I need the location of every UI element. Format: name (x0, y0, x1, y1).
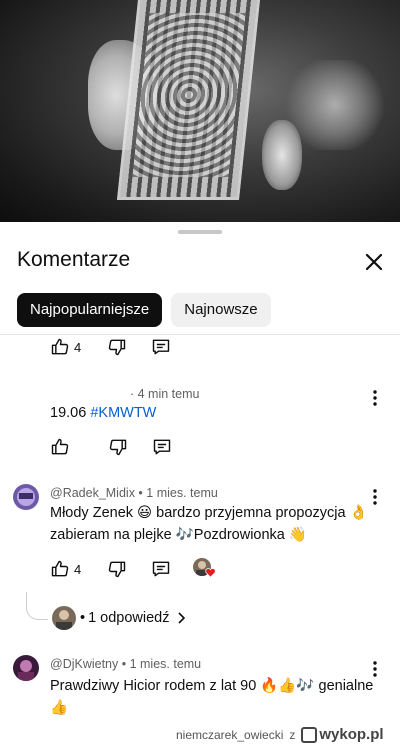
video-player[interactable] (0, 0, 400, 222)
hashtag-link[interactable]: #KMWTW (90, 405, 156, 421)
comment-3-line1: Prawdziwy Hicior rodem z lat 90 🔥👍🎶 geni… (50, 678, 374, 694)
reply-button[interactable] (151, 336, 171, 358)
wykop-logo: wykop.pl (301, 726, 384, 743)
comment-3-text: Prawdziwy Hicior rodem z lat 90 🔥👍🎶 geni… (50, 675, 380, 719)
video-frame-blur (280, 60, 390, 150)
watermark-brand: wykop.pl (319, 726, 384, 743)
thumb-down-icon (109, 439, 127, 456)
comment-3-meta: @DjKwietny • 1 mies. temu (50, 657, 202, 671)
thumb-down-icon (109, 339, 126, 356)
comment-3-line2: 👍 (50, 700, 69, 716)
wykop-logo-icon (301, 726, 318, 743)
watermark-user: niemczarek_owiecki (176, 727, 284, 742)
like-count: 4 (74, 561, 82, 577)
dislike-button[interactable] (108, 436, 128, 458)
like-button[interactable] (50, 436, 70, 458)
close-button[interactable] (358, 246, 390, 278)
video-frame-panel (116, 0, 262, 200)
like-button[interactable]: 4 (50, 336, 81, 358)
comment-2-meta: @Radek_Midix • 1 mies. temu (50, 486, 218, 500)
chevron-right-icon (177, 612, 185, 624)
comment-0-actions: 4 (50, 336, 171, 358)
comment-2-actions: 4 (50, 558, 216, 580)
reply-icon (153, 339, 170, 355)
chip-top[interactable]: Najpopularniejsze (17, 293, 163, 327)
divider (0, 334, 400, 335)
avatar-image (13, 484, 39, 510)
like-count: 4 (74, 339, 82, 355)
heart-icon (205, 568, 216, 578)
reply-icon (153, 439, 171, 455)
comment-2-line1: Młody Zenek 😃 bardzo przyjemna propozycj… (50, 505, 368, 521)
dislike-button[interactable] (107, 336, 127, 358)
close-icon (365, 253, 383, 271)
avatar[interactable] (13, 484, 39, 510)
comment-2-line2: zabieram na plejke 🎶Pozdrowionka 👋 (50, 527, 307, 543)
thumb-down-icon (109, 561, 126, 578)
dislike-button[interactable] (107, 558, 127, 580)
reply-button[interactable] (152, 436, 172, 458)
view-replies-button[interactable]: • 1 odpowiedź (52, 606, 188, 630)
comment-1-date: 19.06 (50, 405, 91, 421)
comment-2-text: Młody Zenek 😃 bardzo przyjemna propozycj… (50, 502, 380, 546)
comment-1-text: 19.06 #KMWTW (50, 402, 380, 424)
filter-chips: Najpopularniejsze Najnowsze (17, 293, 271, 327)
thumb-up-icon (51, 560, 69, 577)
replies-label: 1 odpowiedź (88, 610, 170, 626)
watermark: niemczarek_owiecki z wykop.pl (176, 726, 384, 743)
avatar-image (13, 655, 39, 681)
comment-1-actions (50, 436, 172, 458)
reply-avatar (52, 606, 76, 630)
comment-1-meta: · 4 min temu (130, 387, 200, 401)
reply-button[interactable] (151, 558, 171, 580)
thumb-up-icon (51, 338, 69, 355)
creator-heart-badge (193, 558, 216, 580)
avatar[interactable] (13, 655, 39, 681)
chip-newest[interactable]: Najnowsze (171, 293, 271, 327)
reply-icon (153, 561, 170, 577)
thread-connector (26, 592, 48, 620)
watermark-sep: z (289, 727, 296, 742)
like-button[interactable]: 4 (50, 558, 81, 580)
thumb-up-icon (51, 438, 69, 455)
drag-handle[interactable] (178, 230, 222, 234)
sheet-title: Komentarze (17, 248, 131, 271)
